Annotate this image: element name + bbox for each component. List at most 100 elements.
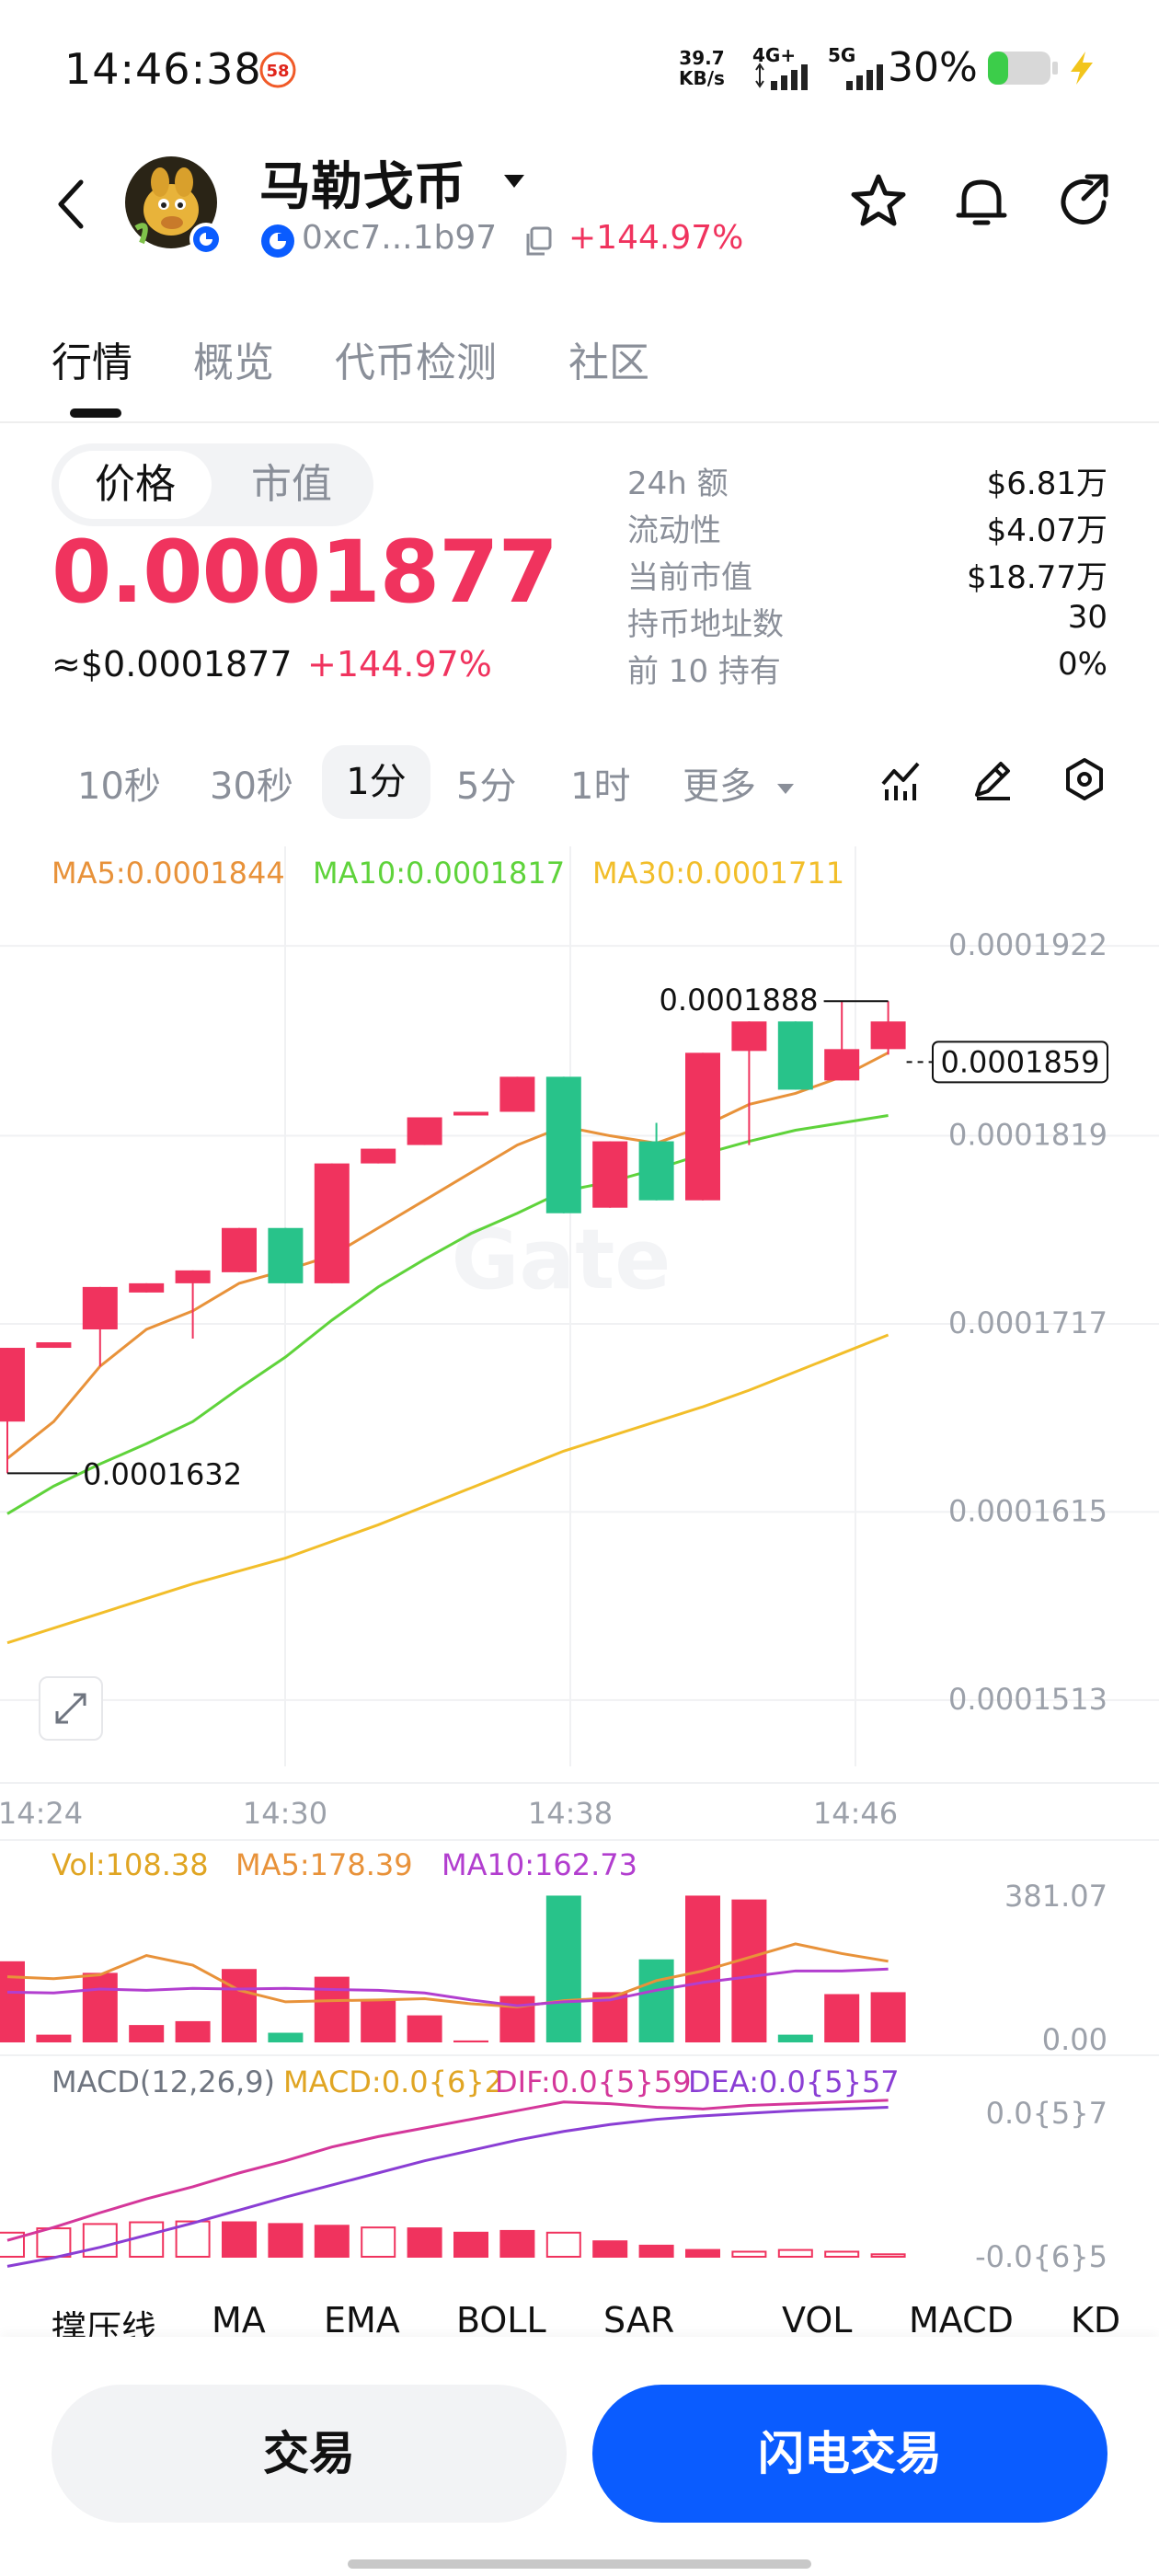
volume-bar — [407, 2015, 442, 2042]
macd-top-tick: 0.0{5}7 — [986, 2096, 1107, 2131]
draw-pen-icon[interactable] — [970, 756, 1016, 802]
chart-settings-icon[interactable] — [1061, 756, 1107, 802]
token-name[interactable]: 马勒戈币 — [259, 145, 465, 220]
interval-5m[interactable]: 5分 — [456, 756, 516, 810]
stat-value-volume: $6.81万 — [986, 466, 1107, 502]
tab-active-indicator — [70, 408, 121, 418]
usd-price: ≈$0.0001877 — [52, 644, 293, 684]
tool-macd[interactable]: MACD — [909, 2300, 1014, 2337]
y-tick-label: 0.0001717 — [948, 1305, 1107, 1340]
tool-ma[interactable]: MA — [212, 2300, 266, 2337]
interval-30s[interactable]: 30秒 — [210, 756, 293, 810]
more-dropdown-icon — [776, 784, 794, 794]
trade-button[interactable]: 交易 — [52, 2385, 567, 2523]
stat-value-top10: 0% — [1058, 646, 1107, 683]
expand-icon — [55, 1693, 86, 1724]
candle-body — [453, 1111, 488, 1116]
battery-icon — [986, 48, 1060, 88]
candle-body — [407, 1117, 442, 1145]
candle-body — [545, 1076, 581, 1213]
copy-icon[interactable] — [522, 224, 556, 258]
volume-bar — [129, 2025, 165, 2042]
volume-bar — [268, 2032, 304, 2042]
interval-more[interactable]: 更多 — [683, 756, 798, 810]
stat-value-liquidity: $4.07万 — [986, 512, 1107, 549]
candle-body — [314, 1163, 350, 1283]
alert-bell-icon[interactable] — [951, 171, 1012, 232]
x-tick-label: 14:38 — [528, 1796, 613, 1831]
macd-histogram-bar — [82, 2223, 118, 2259]
ma5-line — [6, 1052, 889, 1460]
kline-chart[interactable]: 0.0001922 0.0001819 0.0001717 0.0001615 0.00… — [0, 846, 1159, 2300]
dea-legend: DEA:0.0{5}57 — [688, 2064, 900, 2099]
candle-body — [175, 1270, 211, 1283]
indicator-toolbar: 撑压线 MA EMA BOLL SAR VOL MACD KD — [0, 2300, 1159, 2337]
candle-body — [222, 1227, 257, 1272]
price-mcap-toggle: 价格 市值 — [52, 443, 373, 526]
tool-ema[interactable]: EMA — [324, 2300, 400, 2337]
vol-legend: Vol:108.38 — [52, 1847, 209, 1882]
volume-bar — [361, 1999, 396, 2042]
vol-zero-tick: 0.00 — [1042, 2022, 1107, 2057]
tool-kd[interactable]: KD — [1071, 2300, 1120, 2337]
macd-histogram-bar — [870, 2253, 906, 2259]
tool-boll[interactable]: BOLL — [456, 2300, 546, 2337]
x-tick-label: 14:24 — [0, 1796, 83, 1831]
bottom-action-bar: 交易 闪电交易 — [0, 2337, 1159, 2576]
share-icon[interactable] — [1054, 171, 1115, 232]
stat-label-holders: 持币地址数 — [627, 606, 784, 643]
indicator-icon[interactable] — [878, 756, 924, 802]
tool-vol[interactable]: VOL — [782, 2300, 852, 2337]
volume-bar — [545, 1895, 581, 2042]
toggle-price-button[interactable]: 价格 — [59, 451, 212, 519]
volume-bar — [453, 2040, 488, 2042]
macd-histogram-bar — [499, 2229, 535, 2258]
interval-1h[interactable]: 1时 — [570, 756, 630, 810]
home-indicator[interactable] — [348, 2559, 811, 2569]
candle-body — [268, 1227, 304, 1283]
candle-body — [361, 1148, 396, 1164]
vol-max-tick: 381.07 — [1004, 1879, 1107, 1914]
chart-area[interactable]: 0.0001922 0.0001819 0.0001717 0.0001615 0.00… — [0, 846, 1159, 2337]
tool-sar[interactable]: SAR — [603, 2300, 674, 2337]
favorite-star-icon[interactable] — [848, 171, 909, 232]
y-tick-label: 0.0001615 — [948, 1493, 1107, 1528]
flash-trade-button[interactable]: 闪电交易 — [592, 2385, 1107, 2523]
toggle-mcap-button[interactable]: 市值 — [215, 451, 368, 519]
macd-histogram-bar — [545, 2231, 581, 2259]
candle-body — [777, 1021, 813, 1090]
volume-bar — [638, 1959, 674, 2042]
low-price-label: 0.0001632 — [83, 1456, 242, 1491]
token-dropdown-icon[interactable] — [500, 167, 528, 195]
macd-histogram-bar — [222, 2221, 257, 2258]
candle-body — [129, 1282, 165, 1293]
ma30-legend: MA30:0.0001711 — [592, 856, 844, 891]
candle-body — [499, 1076, 535, 1112]
contract-address: 0xc7...1b97 — [302, 219, 498, 257]
macd-histogram-bar — [685, 2248, 720, 2258]
stat-label-volume: 24h 额 — [627, 466, 729, 502]
macd-histogram-bar — [314, 2225, 350, 2258]
tab-overview[interactable]: 概览 — [193, 329, 274, 388]
candle-body — [685, 1052, 720, 1201]
macd-bottom-tick: -0.0{6}5 — [975, 2239, 1107, 2274]
expand-chart-button[interactable] — [39, 1676, 103, 1741]
macd-histogram-bar — [592, 2240, 628, 2258]
interval-10s[interactable]: 10秒 — [77, 756, 161, 810]
tab-token-check[interactable]: 代币检测 — [335, 329, 497, 388]
tab-market[interactable]: 行情 — [52, 329, 132, 388]
tool-support-resistance[interactable]: 撑压线 — [52, 2300, 156, 2337]
token-avatar — [123, 155, 224, 256]
header-change-percent: +144.97% — [568, 219, 744, 257]
back-button[interactable] — [52, 175, 92, 234]
interval-1m[interactable]: 1分 — [322, 745, 430, 819]
macd-histogram-bar — [36, 2227, 72, 2258]
macd-histogram-bar — [361, 2226, 396, 2259]
macd-value-legend: MACD:0.0{6}2 — [283, 2064, 503, 2099]
candle-body — [638, 1141, 674, 1201]
ma10-line — [6, 1114, 889, 1515]
volume-bar — [731, 1899, 767, 2042]
main-tabs: 行情 概览 代币检测 社区 — [0, 313, 1159, 423]
tab-community[interactable]: 社区 — [568, 329, 649, 388]
stat-value-mcap: $18.77万 — [967, 559, 1107, 596]
